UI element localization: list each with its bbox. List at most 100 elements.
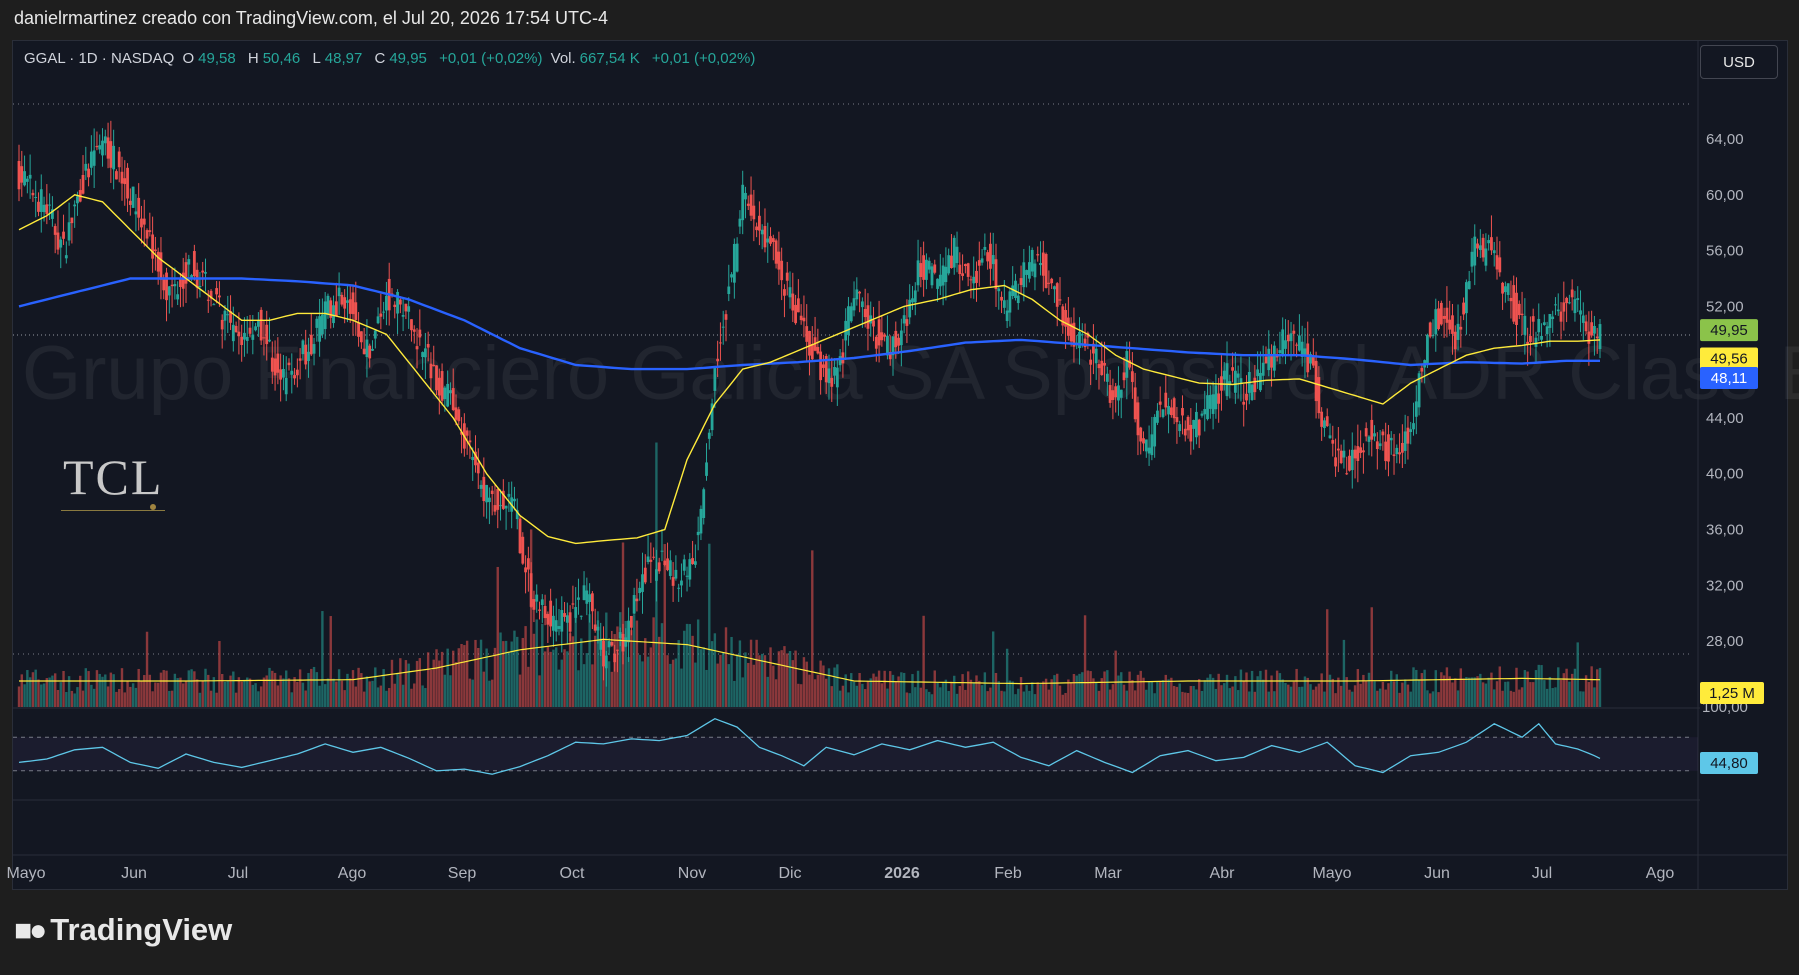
candle-body [365,339,369,358]
candle-body [577,597,580,600]
price-tick-label: 32,00 [1706,577,1744,594]
candlestick-chart[interactable]: 64,00 60,00 56,00 52,00 44,00 40,00 36,00 32,00… [0,0,1799,975]
candle-body [830,377,834,387]
volume-bar [246,677,249,707]
volume-bar [900,672,903,707]
volume-bar [496,566,499,707]
volume-bar [969,679,973,707]
volume-bar [293,677,296,707]
candle-body [705,462,708,476]
candle-body [1381,431,1385,436]
volume-bar [549,651,552,707]
volume-bar [154,682,157,707]
volume-bar [488,680,491,707]
candle-body [1362,450,1365,453]
candle-body [652,556,656,558]
candle-body [1311,356,1315,366]
volume-bar [674,658,678,707]
volume-bar [574,616,577,707]
candle-body [56,232,60,250]
candle-body [933,264,937,273]
candle-body [796,298,800,313]
candle-body [649,559,653,562]
candle-body [1481,237,1485,258]
volume-bar [1376,690,1379,707]
volume-bar [28,677,32,707]
volume-bar [493,647,497,707]
volume-bar [1072,673,1076,707]
volume-bar [566,651,569,707]
currency-selector[interactable]: USD [1700,45,1778,79]
candle-body [571,603,575,605]
candle-body [465,430,469,436]
candle-body [1161,409,1165,417]
volume-bar [407,663,410,707]
candle-body [546,613,550,625]
volume-bar [1540,665,1543,707]
volume-bar [234,692,238,707]
volume-bar [1003,691,1006,707]
candle-body [1345,473,1349,475]
volume-bar [1590,666,1593,707]
candle-body [1217,393,1221,404]
volume-bar [975,675,978,707]
volume-bar [310,668,313,707]
volume-bar [1103,671,1106,707]
candle-body [109,141,113,168]
volume-bar [922,615,925,707]
volume-bar [435,649,438,707]
candle-body [977,260,981,266]
candle-body [752,205,756,220]
volume-bar [666,655,669,707]
volume-bar [304,690,307,707]
candle-body [1556,309,1560,312]
candle-body [415,346,419,350]
candle-body [986,252,990,262]
candle-body [863,308,867,318]
volume-bar [262,677,266,707]
candle-body [128,200,132,205]
candle-body [1320,411,1324,427]
candle-body [602,640,605,667]
volume-bar [1378,688,1382,707]
candle-body [126,167,129,199]
tradingview-logo[interactable]: ■● TradingView [14,912,232,948]
candle-body [966,263,970,277]
volume-bar [1053,675,1056,707]
candle-body [1117,385,1120,401]
candle-body [1576,298,1580,300]
candle-body [385,295,388,311]
candle-body [1584,321,1588,332]
volume-bar [490,679,494,707]
volume-bar [120,668,124,707]
candle-body [582,585,586,601]
volume-bar [1284,683,1287,707]
volume-bar [90,684,93,707]
volume-bar [744,652,747,707]
volume-bar [248,678,252,707]
candle-body [92,150,96,166]
candle-body [568,612,572,632]
volume-bar [822,665,825,707]
candle-body [1384,441,1388,462]
volume-bar [941,682,945,707]
candle-body [883,334,887,337]
candle-body [1428,322,1432,337]
candle-body [674,569,678,579]
legend-symbol[interactable]: GGAL · 1D · NASDAQ [24,50,174,67]
volume-bar [524,626,527,707]
candle-body [87,168,90,178]
time-axis-label: Oct [560,865,585,882]
candle-body [25,178,29,182]
candle-body [799,315,803,321]
volume-bar [343,690,346,707]
volume-bar [312,666,316,707]
volume-bar [1392,681,1396,707]
volume-bar [727,664,730,707]
candle-body [1462,302,1466,315]
volume-bar [106,686,110,707]
candle-body [332,305,335,324]
volume-bar [53,673,57,707]
candle-body [1014,280,1017,298]
volume-bar [850,673,853,707]
